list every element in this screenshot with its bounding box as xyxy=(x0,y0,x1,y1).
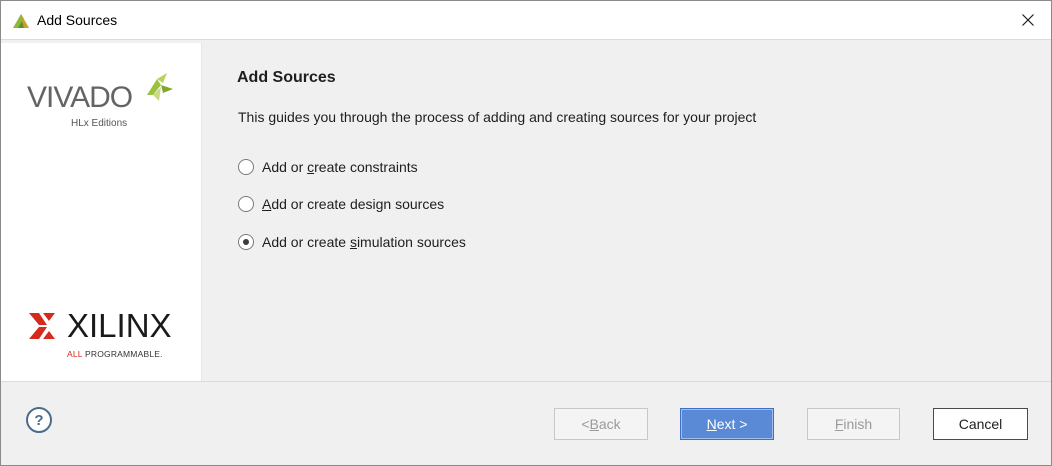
close-icon xyxy=(1022,14,1034,26)
radio-simulation-sources[interactable] xyxy=(238,234,254,250)
xilinx-wordmark: XILINX xyxy=(67,307,172,344)
add-sources-dialog: Add Sources VIVADO HLx Editions XILINX A… xyxy=(0,0,1052,466)
title-bar: Add Sources xyxy=(1,1,1051,40)
option-design-sources[interactable]: Add or create design sources xyxy=(238,194,444,214)
page-description: This guides you through the process of a… xyxy=(238,109,757,125)
finish-button[interactable]: Finish xyxy=(807,408,900,440)
xilinx-logo: XILINX ALL PROGRAMMABLE. xyxy=(27,307,187,367)
option-simulation-sources[interactable]: Add or create simulation sources xyxy=(238,232,466,252)
cancel-button[interactable]: Cancel xyxy=(933,408,1028,440)
vivado-app-icon xyxy=(13,14,29,28)
vivado-wordmark: VIVADO xyxy=(27,81,133,114)
option-constraints[interactable]: Add or create constraints xyxy=(238,157,418,177)
wizard-content: Add Sources This guides you through the … xyxy=(202,43,1051,381)
help-icon: ? xyxy=(34,411,44,429)
radio-constraints[interactable] xyxy=(238,159,254,175)
vivado-leaf-icon xyxy=(147,73,173,101)
back-button[interactable]: < Back xyxy=(554,408,648,440)
next-button[interactable]: Next > xyxy=(680,408,774,440)
help-button[interactable]: ? xyxy=(26,407,52,433)
xilinx-tagline: ALL PROGRAMMABLE. xyxy=(67,349,163,359)
radio-design-sources[interactable] xyxy=(238,196,254,212)
close-button[interactable] xyxy=(1005,1,1051,39)
window-title: Add Sources xyxy=(37,12,118,28)
xilinx-x-icon xyxy=(29,313,55,339)
branding-panel: VIVADO HLx Editions XILINX ALL PROGRAMMA… xyxy=(1,43,201,381)
option-design-sources-label: Add or create design sources xyxy=(262,196,445,212)
page-heading: Add Sources xyxy=(237,69,336,86)
option-simulation-sources-label: Add or create simulation sources xyxy=(262,234,466,250)
vivado-edition-label: HLx Editions xyxy=(71,118,128,129)
footer-separator xyxy=(1,381,1051,382)
option-constraints-label: Add or create constraints xyxy=(262,159,418,175)
vivado-logo: VIVADO HLx Editions xyxy=(25,67,185,137)
